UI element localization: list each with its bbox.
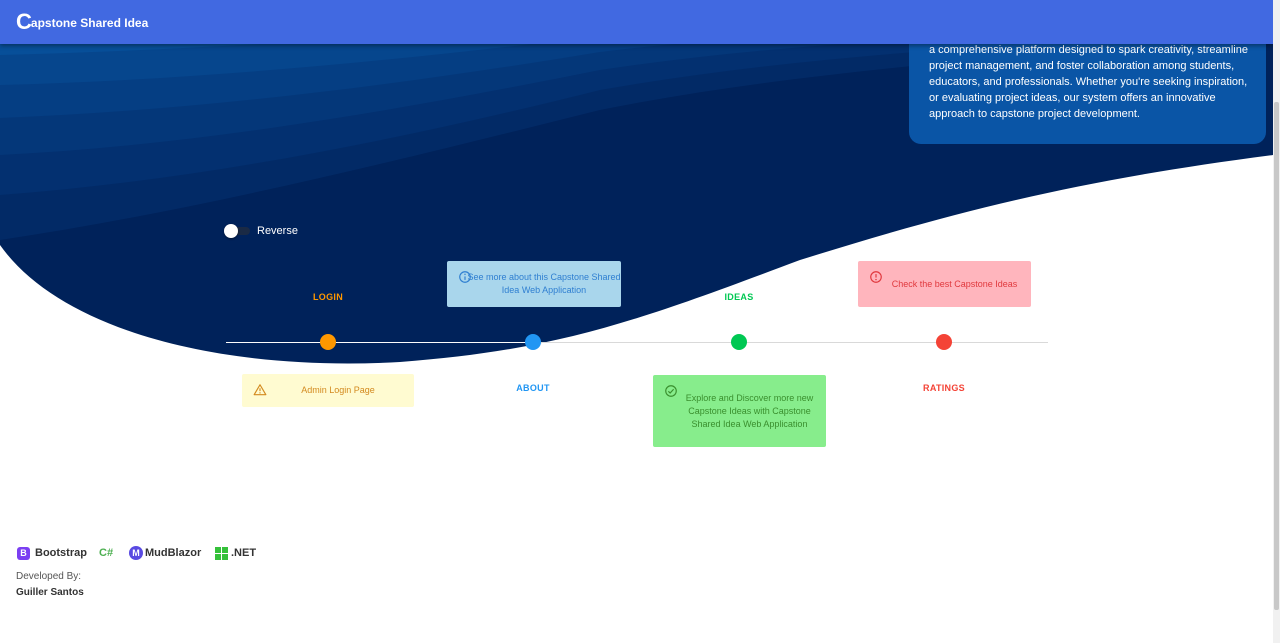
timeline-card-text: Explore and Discover more new Capstone I… bbox=[685, 392, 814, 429]
mudblazor-icon: M bbox=[129, 546, 143, 560]
tech-csharp-label: C# bbox=[99, 547, 114, 559]
timeline-dot-ratings bbox=[936, 334, 952, 350]
warning-icon bbox=[253, 384, 267, 396]
timeline-card-login[interactable]: Admin Login Page bbox=[242, 374, 414, 407]
app-logo[interactable]: Capstone Shared Idea bbox=[16, 10, 148, 35]
timeline-card-text: Admin Login Page bbox=[301, 385, 375, 395]
timeline-card-ratings[interactable]: Check the best Capstone Ideas bbox=[858, 261, 1031, 307]
timeline-card-text: Check the best Capstone Ideas bbox=[891, 278, 1018, 289]
timeline-label-about: ABOUT bbox=[516, 383, 550, 393]
app-bar: Capstone Shared Idea bbox=[0, 0, 1273, 44]
tech-mudblazor: M MudBlazor bbox=[129, 546, 201, 560]
developer-name: Guiller Santos bbox=[16, 587, 84, 598]
timeline-label-login: LOGIN bbox=[313, 292, 343, 302]
timeline-card-ideas[interactable]: Explore and Discover more new Capstone I… bbox=[653, 375, 826, 447]
timeline-label-ratings: RATINGS bbox=[923, 383, 965, 393]
timeline-card-about[interactable]: See more about this Capstone Shared Idea… bbox=[447, 261, 621, 307]
timeline-dot-about bbox=[525, 334, 541, 350]
developed-by-label: Developed By: bbox=[16, 571, 82, 582]
error-icon bbox=[870, 271, 882, 283]
tech-dotnet-label: .NET bbox=[231, 547, 257, 559]
windows-icon bbox=[215, 546, 228, 560]
tech-mudblazor-label: MudBlazor bbox=[145, 547, 202, 559]
app-title: apstone Shared Idea bbox=[30, 16, 149, 30]
info-icon bbox=[459, 271, 471, 283]
timeline-label-ideas: IDEAS bbox=[724, 292, 754, 302]
page-scrollbar[interactable] bbox=[1273, 0, 1280, 643]
timeline-card-text: See more about this Capstone Shared Idea… bbox=[467, 272, 621, 295]
switch-thumb[interactable] bbox=[224, 224, 238, 238]
about-description-text: a comprehensive platform designed to spa… bbox=[929, 44, 1248, 120]
bootstrap-icon: B bbox=[17, 546, 30, 560]
about-description-card: a comprehensive platform designed to spa… bbox=[909, 30, 1266, 144]
tech-bootstrap: B Bootstrap bbox=[17, 546, 87, 560]
tech-bootstrap-label: Bootstrap bbox=[35, 547, 87, 559]
timeline-dot-login bbox=[320, 334, 336, 350]
reverse-switch[interactable] bbox=[224, 224, 252, 238]
tech-dotnet: .NET bbox=[215, 546, 256, 560]
timeline-line-highlight bbox=[226, 342, 526, 343]
tech-csharp: C# bbox=[99, 546, 113, 560]
scrollbar-thumb[interactable] bbox=[1274, 102, 1279, 610]
logo-initial: C bbox=[16, 9, 32, 34]
check-circle-icon bbox=[665, 385, 677, 397]
timeline-dot-ideas bbox=[731, 334, 747, 350]
reverse-switch-label: Reverse bbox=[257, 225, 298, 237]
